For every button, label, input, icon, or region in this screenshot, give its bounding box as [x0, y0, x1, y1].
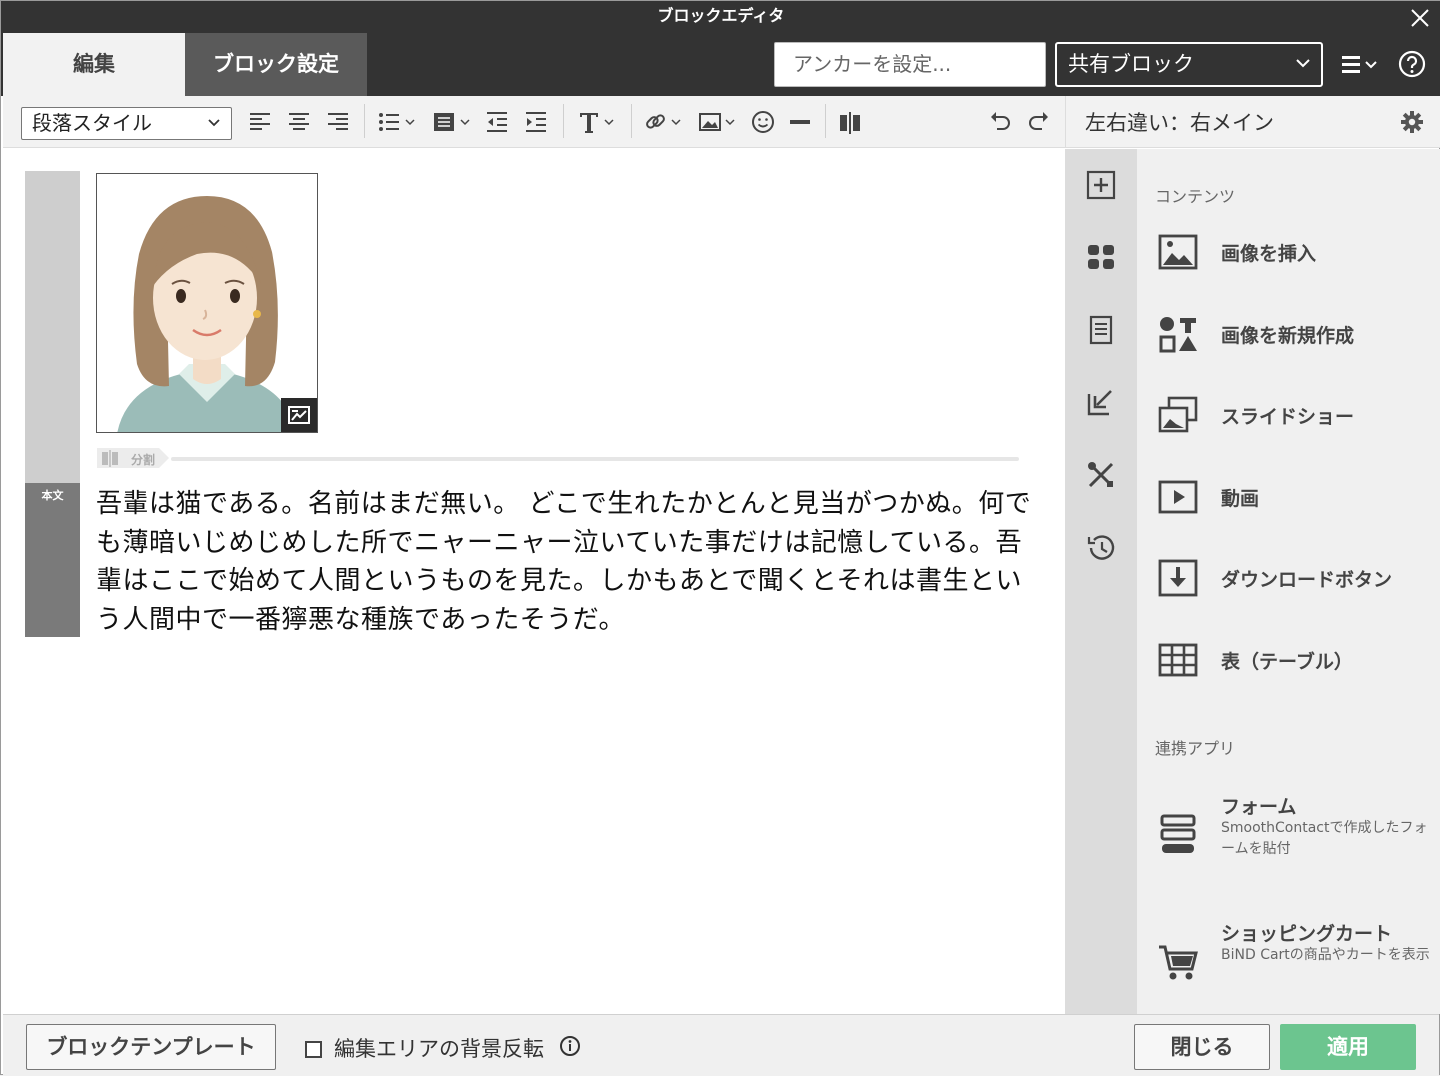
split-icon[interactable]	[837, 107, 863, 137]
block-format-icon[interactable]	[432, 107, 474, 137]
toolbar-divider	[825, 104, 826, 138]
chevron-down-icon	[208, 119, 220, 127]
shopping-cart-label: ショッピングカート	[1221, 923, 1393, 945]
split-line	[171, 457, 1019, 461]
text-block-marker[interactable]	[25, 483, 80, 637]
body-label: 本文	[41, 489, 64, 502]
close-button[interactable]: 閉じる	[1134, 1024, 1270, 1070]
panel-sidebar	[1065, 149, 1137, 1014]
split-label: 分割	[131, 453, 156, 467]
content-panel: コンテンツ 画像を挿入 画像を新規作成 スライドショー 動画 ダウンロードボタン…	[1137, 149, 1440, 1014]
paragraph-style-select[interactable]: 段落スタイル	[21, 107, 232, 140]
menu-icon[interactable]	[1340, 50, 1384, 80]
shared-block-select[interactable]: 共有ブロック	[1055, 42, 1323, 87]
form-label: フォーム	[1221, 796, 1297, 818]
form-icon	[1160, 814, 1196, 853]
cart-icon	[1159, 945, 1198, 980]
list-icon[interactable]	[377, 107, 419, 137]
align-left-icon[interactable]	[248, 107, 272, 137]
insert-image-label: 画像を挿入	[1221, 243, 1317, 265]
new-image-label: 画像を新規作成	[1221, 325, 1355, 347]
tab-block-settings[interactable]: ブロック設定	[185, 33, 367, 96]
video-icon	[1158, 480, 1198, 514]
import-icon[interactable]	[1085, 386, 1117, 418]
page-icon[interactable]	[1085, 314, 1117, 346]
footer-bar: ブロックテンプレート 編集エリアの背景反転 閉じる 適用	[3, 1014, 1439, 1076]
close-icon[interactable]	[1407, 5, 1433, 31]
slideshow-label: スライドショー	[1221, 406, 1355, 428]
undo-icon[interactable]	[988, 107, 1012, 137]
new-image-item[interactable]: 画像を新規作成	[1137, 299, 1440, 369]
image-insert-icon[interactable]	[698, 107, 740, 137]
window-title: ブロックエディタ	[657, 6, 785, 25]
paragraph-style-label: 段落スタイル	[32, 111, 152, 135]
link-icon[interactable]	[644, 107, 686, 137]
horizontal-rule-icon[interactable]	[788, 107, 812, 137]
form-item[interactable]: フォーム SmoothContactで作成したフォームを貼付	[1137, 792, 1440, 892]
contents-heading: コンテンツ	[1155, 187, 1236, 206]
image-edit-icon	[288, 406, 310, 424]
image-block-marker[interactable]	[25, 171, 80, 483]
indent-icon[interactable]	[524, 107, 550, 137]
tools-icon[interactable]	[1085, 459, 1117, 491]
block-layout-header: 左右違い：右メイン	[1065, 96, 1440, 148]
align-right-icon[interactable]	[326, 107, 350, 137]
download-icon	[1158, 559, 1198, 597]
portrait-image[interactable]	[96, 173, 318, 433]
title-bar: ブロックエディタ 編集 ブロック設定 アンカーを設定... 共有ブロック	[1, 1, 1440, 96]
info-icon[interactable]	[559, 1035, 581, 1057]
video-item[interactable]: 動画	[1137, 462, 1440, 532]
add-block-icon[interactable]	[1085, 169, 1117, 201]
image-edit-button[interactable]	[281, 398, 317, 432]
download-button-item[interactable]: ダウンロードボタン	[1137, 543, 1440, 613]
invert-background-checkbox[interactable]	[305, 1041, 322, 1058]
shared-block-label: 共有ブロック	[1068, 52, 1194, 76]
chevron-down-icon	[1296, 59, 1310, 68]
tab-edit[interactable]: 編集	[3, 33, 185, 96]
align-center-icon[interactable]	[287, 107, 311, 137]
form-description: SmoothContactで作成したフォームを貼付	[1221, 820, 1428, 857]
block-layout-title: 左右違い：右メイン	[1085, 111, 1274, 135]
slideshow-icon	[1158, 396, 1198, 433]
toolbar-divider	[563, 104, 564, 138]
table-icon	[1158, 643, 1198, 677]
toolbar-divider	[364, 104, 365, 138]
body-paragraph[interactable]: 吾輩は猫である。名前はまだ無い。 どこで生れたかとんと見当がつかぬ。何でも薄暗い…	[96, 485, 1046, 639]
slideshow-item[interactable]: スライドショー	[1137, 380, 1440, 450]
apply-button[interactable]: 適用	[1280, 1024, 1416, 1070]
shopping-cart-item[interactable]: ショッピングカート BiND Cartの商品やカートを表示	[1137, 919, 1440, 1019]
table-item[interactable]: 表（テーブル）	[1137, 625, 1440, 695]
text-style-icon[interactable]	[577, 107, 619, 137]
video-label: 動画	[1221, 488, 1260, 510]
parts-grid-icon[interactable]	[1085, 241, 1117, 273]
redo-icon[interactable]	[1027, 107, 1051, 137]
shopping-cart-description: BiND Cartの商品やカートを表示	[1221, 947, 1430, 963]
apps-heading: 連携アプリ	[1155, 739, 1236, 758]
gear-icon[interactable]	[1400, 110, 1424, 134]
outdent-icon[interactable]	[485, 107, 511, 137]
toolbar-divider	[631, 104, 632, 138]
anchor-input[interactable]: アンカーを設定...	[774, 42, 1046, 87]
block-template-button[interactable]: ブロックテンプレート	[26, 1024, 276, 1070]
emoji-icon[interactable]	[751, 107, 775, 137]
insert-image-item[interactable]: 画像を挿入	[1137, 217, 1440, 287]
download-button-label: ダウンロードボタン	[1221, 569, 1393, 591]
history-icon[interactable]	[1085, 532, 1117, 564]
edit-area[interactable]: 本文 分割 吾輩は猫である。名前はまだ無い。 どこで生れたかとんと見当がつかぬ。…	[3, 149, 1065, 1014]
shapes-icon	[1159, 317, 1197, 353]
table-label: 表（テーブル）	[1221, 651, 1353, 673]
format-toolbar: 段落スタイル	[3, 96, 1065, 148]
invert-background-label: 編集エリアの背景反転	[334, 1037, 544, 1061]
image-icon	[1158, 234, 1198, 270]
block-editor-window: ブロックエディタ 編集 ブロック設定 アンカーを設定... 共有ブロック 段落ス…	[0, 0, 1440, 1076]
woman-illustration	[117, 196, 297, 432]
help-icon[interactable]	[1397, 49, 1427, 79]
